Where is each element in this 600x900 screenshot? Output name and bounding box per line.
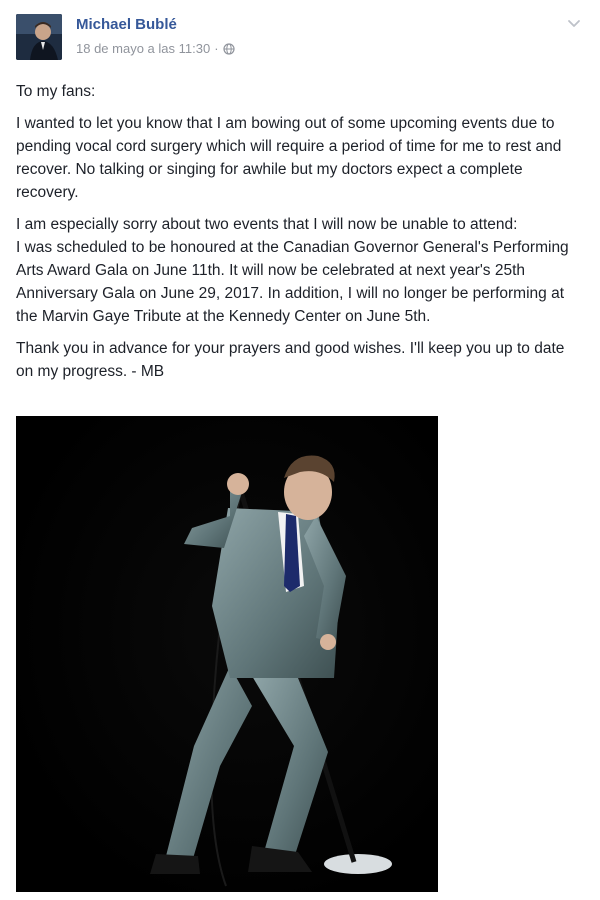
chevron-down-icon[interactable]: [566, 16, 582, 32]
post-paragraph: Thank you in advance for your prayers an…: [16, 340, 565, 380]
meta-separator: ·: [214, 41, 219, 56]
timestamp-link[interactable]: 18 de mayo a las 11:30: [76, 41, 210, 56]
post-paragraph: I am especially sorry about two events t…: [16, 216, 569, 325]
avatar-image: [16, 14, 62, 60]
post-meta: 18 de mayo a las 11:30 ·: [76, 41, 235, 56]
facebook-post: Michael Bublé 18 de mayo a las 11:30 · T…: [0, 0, 600, 900]
post-body: To my fans: I wanted to let you know tha…: [16, 80, 584, 392]
globe-icon[interactable]: [222, 42, 235, 55]
post-photo[interactable]: [16, 416, 438, 892]
author-name-link[interactable]: Michael Bublé: [76, 16, 177, 33]
avatar[interactable]: [16, 14, 62, 60]
post-paragraph: I wanted to let you know that I am bowin…: [16, 115, 562, 201]
singer-performance-image: [16, 416, 438, 892]
post-paragraph: To my fans:: [16, 83, 96, 100]
